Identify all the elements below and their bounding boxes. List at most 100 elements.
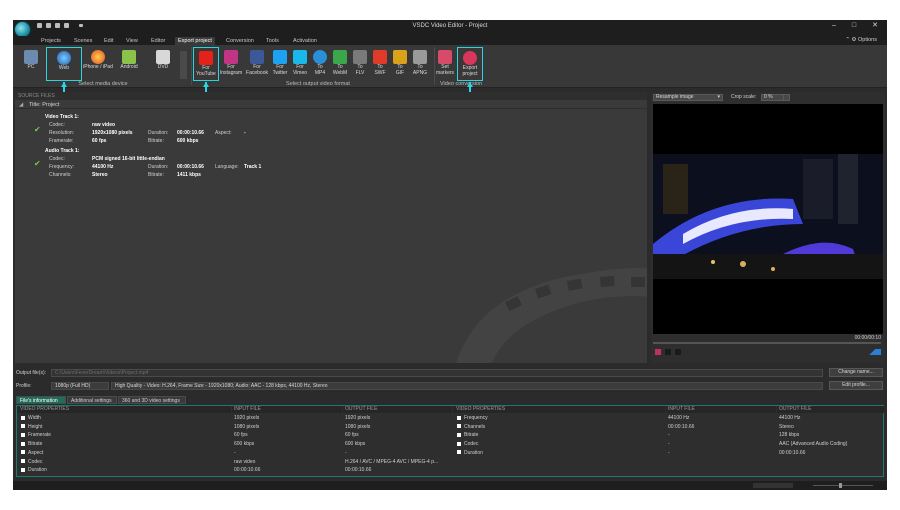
property-name: Bitrate [21, 441, 42, 447]
output-value: H.264 / AVC / MPEG-4 AVC / MPEG-4 p... [345, 459, 438, 465]
format-instagram-button[interactable]: For Instagram [219, 47, 243, 81]
menu-scenes[interactable]: Scenes [71, 37, 95, 45]
profile-select[interactable]: 1080p (Full HD) [51, 382, 109, 390]
project-tree-item[interactable]: ◢ Title: Project [15, 101, 647, 109]
prop-value: 60 fps [92, 138, 107, 144]
property-name: Frequency [457, 415, 488, 421]
output-value: 00:00:10.66 [345, 467, 371, 473]
vimeo-icon [293, 50, 307, 64]
flv-icon [353, 50, 367, 64]
device-pc-button[interactable]: PC [19, 47, 43, 81]
menu-projects[interactable]: Projects [38, 37, 64, 45]
property-name: Width [21, 415, 41, 421]
audio-output-header: OUTPUT FILE [777, 406, 884, 413]
menu-tools[interactable]: Tools [263, 37, 282, 45]
input-value: - [668, 450, 670, 456]
cell-text: Stereo [779, 423, 794, 430]
video-preview [653, 104, 883, 334]
volume-icon[interactable] [863, 349, 881, 355]
device-iphone-button[interactable]: iPhone / iPad [83, 47, 113, 81]
group-label-formats: Select output video format [286, 81, 350, 87]
input-value: - [668, 441, 670, 447]
ribbon-separator [191, 47, 192, 85]
device-android-button[interactable]: Android [117, 47, 141, 81]
options-label: Options [858, 37, 877, 43]
cell-text: 600 kbps [345, 441, 366, 448]
menu-view[interactable]: View [123, 37, 141, 45]
cell-text: 00:00:10.66 [345, 467, 372, 474]
menu-conversion[interactable]: Conversion [223, 37, 257, 45]
collapse-icon[interactable]: ◢ [19, 101, 23, 109]
zoom-slider[interactable] [813, 485, 873, 486]
audio-track-check-icon[interactable]: ✔ [34, 159, 41, 168]
property-icon [457, 424, 461, 429]
cell-text: Aspect [28, 449, 44, 456]
video-track-title: Video Track 1: [45, 114, 79, 120]
prop-value: 00:00:10.66 [177, 164, 204, 170]
prop-label: Resolution: [49, 130, 75, 136]
prop-label: Channels: [49, 172, 72, 178]
format-apng-button[interactable]: To APNG [408, 47, 432, 81]
profile-label: Profile: [16, 383, 32, 389]
output-value: 1920 pixels [345, 415, 370, 421]
status-progress [753, 483, 793, 488]
format-facebook-button[interactable]: For Facebook [245, 47, 269, 81]
ribbon-scroll-button[interactable] [180, 51, 187, 79]
twitter-icon [273, 50, 287, 64]
tab-additional-settings[interactable]: Additional settings [67, 396, 117, 404]
property-icon [21, 450, 25, 455]
cell-text: 00:00:10.66 [668, 423, 695, 430]
crop-scale-stepper[interactable] [783, 94, 790, 101]
tab-files-information[interactable]: File's information [16, 396, 66, 404]
cell-text: Height [28, 423, 43, 430]
cell-text: 00:00:10.66 [779, 449, 806, 456]
youtube-icon [199, 51, 213, 65]
cell-text: Duration [28, 467, 47, 474]
menu-edit[interactable]: Edit [101, 37, 116, 45]
seek-bar[interactable] [653, 342, 881, 344]
record-button[interactable] [655, 349, 661, 355]
edit-profile-button[interactable]: Edit profile... [829, 381, 883, 390]
maximize-button[interactable]: □ [849, 21, 859, 30]
output-file-input[interactable]: C:\Users\FeverDream\Videos\Project.mp4 [51, 369, 823, 377]
menu-editor[interactable]: Editor [148, 37, 168, 45]
output-value: AAC (Advanced Audio Coding) [779, 441, 847, 447]
output-value: 60 fps [345, 432, 359, 438]
mp4-icon [313, 50, 327, 64]
status-bar [13, 481, 887, 490]
minimize-button[interactable]: – [829, 21, 839, 30]
resample-mode-select[interactable]: Resample image ▾ [653, 94, 723, 101]
options-menu[interactable]: ⌃ ⚙ Options [845, 37, 877, 43]
group-label-media: Select media device [78, 81, 128, 87]
menu-activation[interactable]: Activation [290, 37, 320, 45]
device-web-button[interactable]: Web [46, 47, 82, 81]
android-icon [122, 50, 136, 64]
frame-button[interactable] [675, 349, 681, 355]
video-props-header: VIDEO PROPERTIES [17, 406, 231, 413]
cell-text: H.264 / AVC / MPEG-4 AVC / MPEG-4 p... [345, 458, 439, 465]
prop-value: 44100 Hz [92, 164, 114, 170]
apple-icon [91, 50, 105, 64]
export-project-button[interactable]: Export project [457, 47, 483, 81]
input-value: 00:00:10.66 [234, 467, 260, 473]
prop-label: Frequency: [49, 164, 75, 170]
profile-description-select[interactable]: High Quality - Video: H.264, Frame Size … [111, 382, 823, 390]
set-markers-button[interactable]: Set markers [433, 47, 457, 81]
output-section: Output file(s): C:\Users\FeverDream\Vide… [13, 365, 887, 490]
cell-text: 600 kbps [234, 441, 255, 448]
file-info-grid: VIDEO PROPERTIES INPUT FILE OUTPUT FILE … [16, 405, 884, 477]
close-button[interactable]: ✕ [870, 21, 880, 30]
device-dvd-button[interactable]: DVD [151, 47, 175, 81]
format-youtube-button[interactable]: For YouTube [193, 47, 219, 81]
prop-label: Language: [215, 164, 239, 170]
tab-360-3d-settings[interactable]: 360 and 3D video settings [118, 396, 186, 404]
input-value: 00:00:10.66 [668, 424, 694, 430]
menu-export-project[interactable]: Export project [175, 37, 215, 45]
change-name-button[interactable]: Change name... [829, 368, 883, 377]
video-track-check-icon[interactable]: ✔ [34, 125, 41, 134]
stop-button[interactable] [665, 349, 671, 355]
property-name: Height [21, 424, 42, 430]
gif-icon [393, 50, 407, 64]
property-icon [457, 450, 461, 455]
zoom-slider-handle[interactable] [839, 483, 842, 488]
